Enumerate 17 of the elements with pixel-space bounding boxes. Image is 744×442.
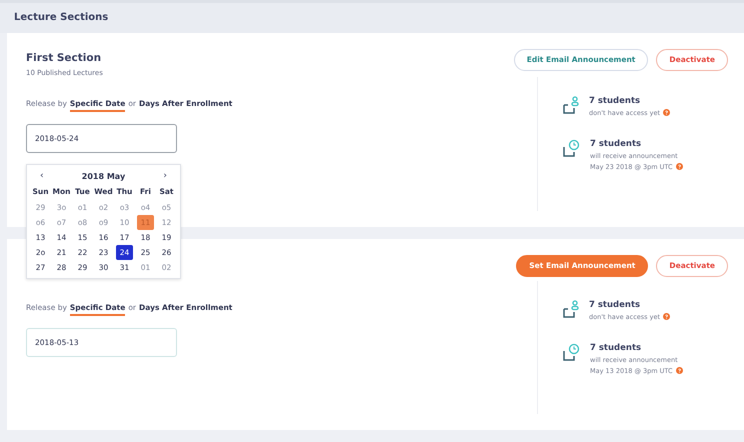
help-icon[interactable] (663, 109, 670, 116)
student-count: 7 students (589, 96, 642, 106)
person-desk-icon (563, 96, 579, 114)
person-desk-icon (563, 300, 579, 318)
clock-folder-icon (563, 138, 580, 157)
previous-month-button[interactable]: ‹ (40, 171, 44, 181)
clock-folder-icon (563, 342, 580, 361)
help-icon[interactable] (676, 367, 683, 374)
help-icon[interactable] (663, 313, 670, 320)
student-count: 7 students (590, 138, 642, 149)
student-count: 7 students (589, 300, 642, 310)
next-month-button[interactable]: › (163, 171, 167, 181)
student-count: 7 students (590, 342, 642, 353)
page-title: Lecture Sections (14, 12, 108, 24)
help-icon[interactable] (676, 163, 683, 170)
calendar-title: 2018 May (82, 172, 126, 180)
section-title: First Section (26, 52, 102, 64)
